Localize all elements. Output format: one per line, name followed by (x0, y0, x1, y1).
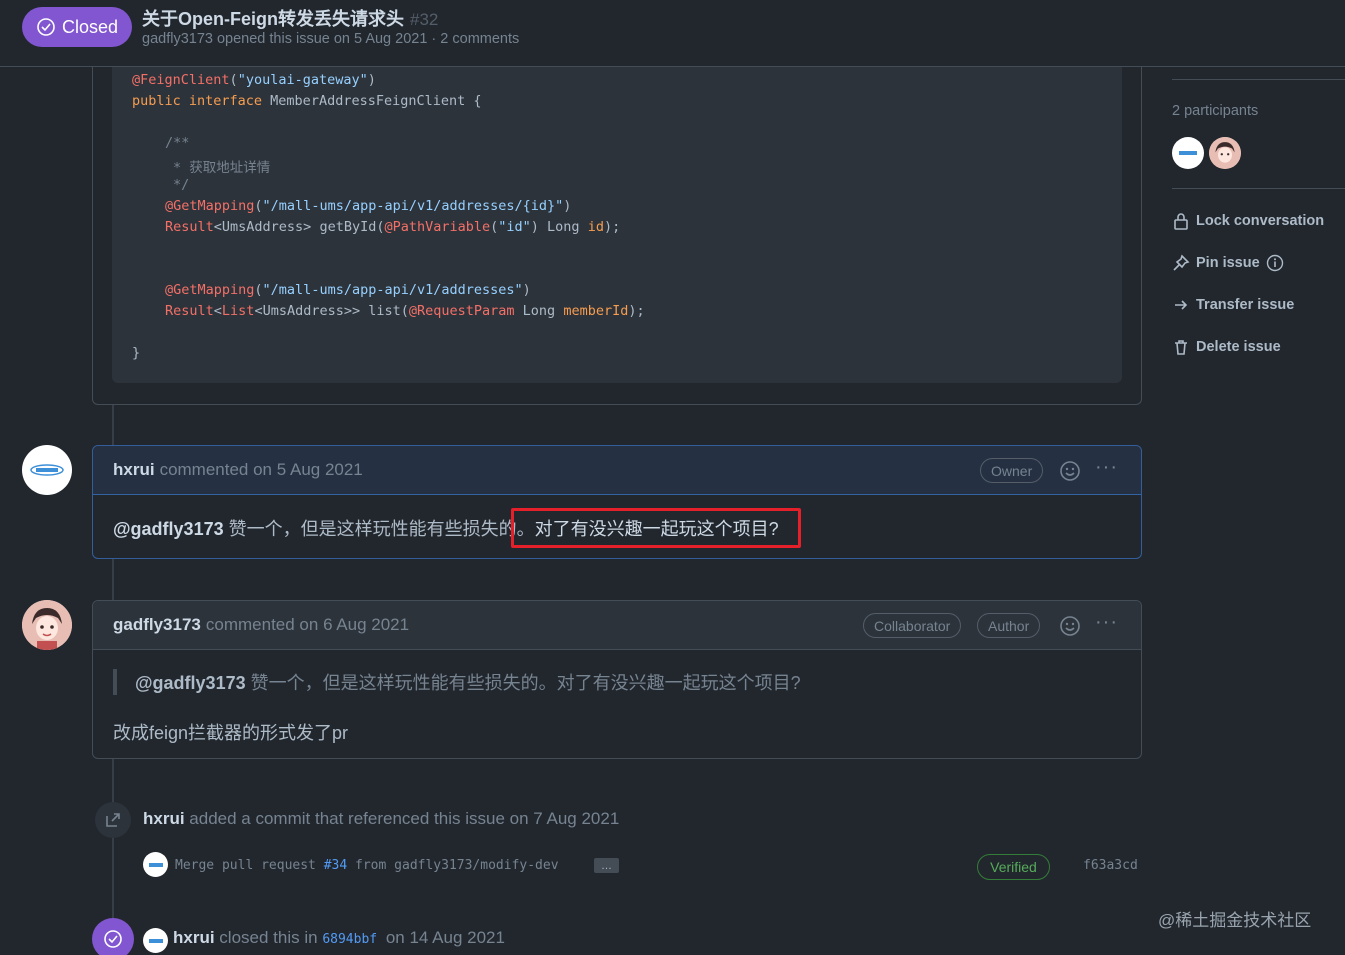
watermark: @稀土掘金技术社区 (1158, 911, 1312, 930)
verified-badge[interactable]: Verified (977, 854, 1050, 880)
arrow-right-icon (1175, 300, 1188, 310)
lock-icon (1174, 213, 1188, 230)
add-reaction-icon[interactable] (1059, 460, 1081, 487)
event-author[interactable]: hxrui (173, 928, 215, 947)
info-icon[interactable] (1266, 254, 1284, 272)
closer-avatar[interactable] (143, 928, 168, 953)
comment-text: 改成feign拦截器的形式发了pr (113, 723, 349, 743)
pr-link[interactable]: #34 (324, 858, 347, 873)
participant-avatar-gadfly3173[interactable] (1209, 137, 1241, 169)
code-line: @GetMapping("/mall-ums/app-api/v1/addres… (165, 282, 531, 298)
lock-conversation-button[interactable]: Lock conversation (1172, 212, 1324, 230)
brand-logo-icon (30, 464, 64, 476)
event-author[interactable]: hxrui (143, 809, 185, 828)
event-description: closed this in (219, 928, 318, 947)
participants-label: 2 participants (1172, 103, 1259, 119)
timeline-line (112, 405, 114, 445)
participant-avatar-hxrui[interactable] (1172, 137, 1204, 169)
trash-icon (1175, 340, 1187, 355)
comment-gadfly3173: gadfly3173 commented on 6 Aug 2021 Colla… (92, 600, 1142, 759)
pin-issue-button[interactable]: Pin issue (1172, 254, 1284, 272)
delete-issue-button[interactable]: Delete issue (1172, 338, 1281, 356)
red-highlight-box (511, 508, 801, 548)
closed-event-text: hxrui closed this in 6894bbf on 14 Aug 2… (173, 928, 505, 948)
comment-timestamp[interactable]: commented on 5 Aug 2021 (160, 460, 363, 480)
commit-author-avatar[interactable] (143, 852, 168, 877)
comment-header: hxrui commented on 5 Aug 2021 Owner ··· (93, 446, 1141, 495)
quote-text: 赞一个，但是这样玩性能有些损失的。对了有没兴趣一起玩这个项目? (245, 673, 801, 693)
commit-message[interactable]: Merge pull request #34 from gadfly3173/m… (175, 858, 559, 873)
sticky-issue-header: Closed 关于Open-Feign转发丢失请求头 #32 gadfly3173… (0, 0, 1345, 67)
cartoon-avatar-icon (22, 600, 72, 650)
code-line: @GetMapping("/mall-ums/app-api/v1/addres… (165, 198, 572, 214)
author-label: Author (977, 613, 1041, 638)
more-options-icon[interactable]: ··· (1095, 456, 1118, 479)
comment-timestamp[interactable]: commented on 6 Aug 2021 (206, 615, 409, 635)
closed-event-badge (92, 918, 134, 955)
commit-sha[interactable]: f63a3cd (1083, 858, 1138, 873)
more-options-icon[interactable]: ··· (1095, 611, 1118, 634)
timeline-line (112, 559, 114, 600)
code-line: public interface MemberAddressFeignClien… (132, 93, 482, 109)
transfer-issue-button[interactable]: Transfer issue (1172, 296, 1294, 314)
issue-meta: gadfly3173 opened this issue on 5 Aug 20… (142, 31, 520, 47)
cross-reference-icon (106, 813, 120, 827)
comment-hxrui: hxrui commented on 5 Aug 2021 Owner ··· … (92, 445, 1142, 559)
event-description[interactable]: added a commit that referenced this issu… (189, 809, 619, 828)
comment-text: 赞一个，但是这样玩性能有些损失的。 (223, 519, 535, 539)
comment-body: @gadfly3173 赞一个，但是这样玩性能有些损失的。对了有没兴趣一起玩这个… (93, 495, 1141, 548)
comment-header: gadfly3173 commented on 6 Aug 2021 Colla… (93, 601, 1141, 650)
user-mention[interactable]: @gadfly3173 (113, 519, 224, 539)
code-line: */ (173, 177, 190, 193)
code-line: @FeignClient("youlai-gateway") (132, 72, 376, 88)
issue-number: #32 (410, 10, 439, 29)
add-reaction-icon[interactable] (1059, 615, 1081, 642)
code-line: Result<List<UmsAddress>> list(@RequestPa… (165, 303, 645, 319)
avatar-gadfly3173[interactable] (22, 600, 72, 650)
sidebar-divider (1172, 79, 1345, 80)
code-line: /** (165, 135, 190, 151)
closing-commit-link[interactable]: 6894bbf (322, 932, 377, 947)
expand-commit-button[interactable]: … (594, 858, 619, 873)
code-line: } (132, 345, 141, 361)
code-block: @FeignClient("youlai-gateway") public in… (112, 66, 1122, 383)
event-date[interactable]: on 14 Aug 2021 (386, 928, 505, 947)
quoted-reply: @gadfly3173 赞一个，但是这样玩性能有些损失的。对了有没兴趣一起玩这个… (113, 669, 1121, 695)
code-line: * 获取地址详情 (173, 160, 271, 176)
check-circle-icon (37, 18, 55, 36)
closed-state-badge: Closed (22, 7, 132, 47)
commit-event-text: hxrui added a commit that referenced thi… (143, 809, 619, 829)
pin-icon (1173, 254, 1190, 271)
comment-author[interactable]: hxrui (113, 460, 155, 480)
avatar-hxrui[interactable] (22, 445, 72, 495)
sidebar-divider (1172, 188, 1345, 189)
user-mention[interactable]: @gadfly3173 (135, 673, 246, 693)
code-line: Result<UmsAddress> getById(@PathVariable… (165, 219, 621, 235)
issue-title[interactable]: 关于Open-Feign转发丢失请求头 #32 (142, 5, 438, 31)
closed-check-icon (104, 930, 122, 948)
owner-label: Owner (980, 458, 1044, 483)
comment-author[interactable]: gadfly3173 (113, 615, 201, 635)
commit-event-badge (95, 802, 131, 838)
comment-body: @gadfly3173 赞一个，但是这样玩性能有些损失的。对了有没兴趣一起玩这个… (93, 650, 1141, 745)
collaborator-label: Collaborator (863, 613, 962, 638)
